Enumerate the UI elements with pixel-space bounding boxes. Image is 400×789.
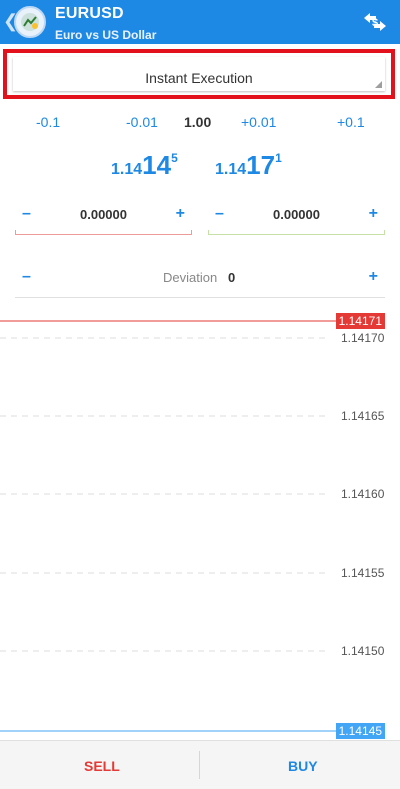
currency-exchange-icon[interactable]: $ xyxy=(362,10,388,34)
stop-loss-value[interactable]: 0.00000 xyxy=(15,207,192,222)
ask-price-prefix: 1.14 xyxy=(215,161,247,178)
price-level-label: 1.14155 xyxy=(341,566,385,580)
bid-price-pips: 14 xyxy=(142,150,172,180)
metatrader-logo-icon xyxy=(14,6,46,38)
stop-loss-plus-button[interactable]: + xyxy=(176,205,185,223)
price-level-label: 1.14165 xyxy=(341,409,385,423)
deviation-field[interactable]: – Deviation 0 + xyxy=(15,263,385,298)
stop-loss-field[interactable]: – 0.00000 + xyxy=(15,200,192,235)
take-profit-plus-button[interactable]: + xyxy=(369,205,378,223)
bid-price: 1.14145 xyxy=(111,150,178,181)
tick-chart: 1.14171 1.14145 1.14170 1.14165 1.14160 … xyxy=(0,300,400,740)
order-action-bar: SELL BUY xyxy=(0,740,400,789)
action-divider xyxy=(199,751,200,779)
price-level-label: 1.14170 xyxy=(341,331,385,345)
dropdown-corner-icon xyxy=(375,81,382,88)
bid-price-tag: 1.14145 xyxy=(335,723,385,739)
ask-price-pips: 17 xyxy=(246,150,276,180)
volume-value[interactable]: 1.00 xyxy=(184,114,211,130)
stop-loss-underline xyxy=(15,230,192,235)
deviation-value[interactable]: 0 xyxy=(228,270,235,285)
svg-text:$: $ xyxy=(372,17,378,29)
deviation-minus-button[interactable]: – xyxy=(22,268,31,286)
deviation-plus-button[interactable]: + xyxy=(369,268,378,286)
order-screen: ❮ EURUSD Euro vs US Dollar $ Instant Exe… xyxy=(0,0,400,789)
order-type-label: Instant Execution xyxy=(145,70,253,86)
app-header: ❮ EURUSD Euro vs US Dollar $ xyxy=(0,0,400,44)
sell-button[interactable]: SELL xyxy=(84,758,120,774)
deviation-underline xyxy=(15,297,385,298)
ask-price: 1.14171 xyxy=(215,150,282,181)
deviation-label: Deviation xyxy=(163,270,218,285)
ask-price-fraction: 1 xyxy=(275,151,282,165)
volume-minus-small-button[interactable]: -0.01 xyxy=(126,114,158,130)
bid-price-fraction: 5 xyxy=(171,151,178,165)
symbol-name[interactable]: EURUSD xyxy=(55,5,124,23)
take-profit-underline xyxy=(208,230,385,235)
take-profit-value[interactable]: 0.00000 xyxy=(208,207,385,222)
buy-button[interactable]: BUY xyxy=(288,758,318,774)
order-type-selector[interactable]: Instant Execution xyxy=(3,49,395,99)
ask-price-tag: 1.14171 xyxy=(335,313,385,329)
price-level-label: 1.14150 xyxy=(341,644,385,658)
price-level-label: 1.14160 xyxy=(341,487,385,501)
volume-plus-small-button[interactable]: +0.01 xyxy=(241,114,276,130)
volume-minus-big-button[interactable]: -0.1 xyxy=(36,114,60,130)
volume-plus-big-button[interactable]: +0.1 xyxy=(337,114,365,130)
order-type-dropdown[interactable]: Instant Execution xyxy=(13,57,385,91)
symbol-description: Euro vs US Dollar xyxy=(55,28,157,42)
bid-price-prefix: 1.14 xyxy=(111,161,143,178)
take-profit-field[interactable]: – 0.00000 + xyxy=(208,200,385,235)
